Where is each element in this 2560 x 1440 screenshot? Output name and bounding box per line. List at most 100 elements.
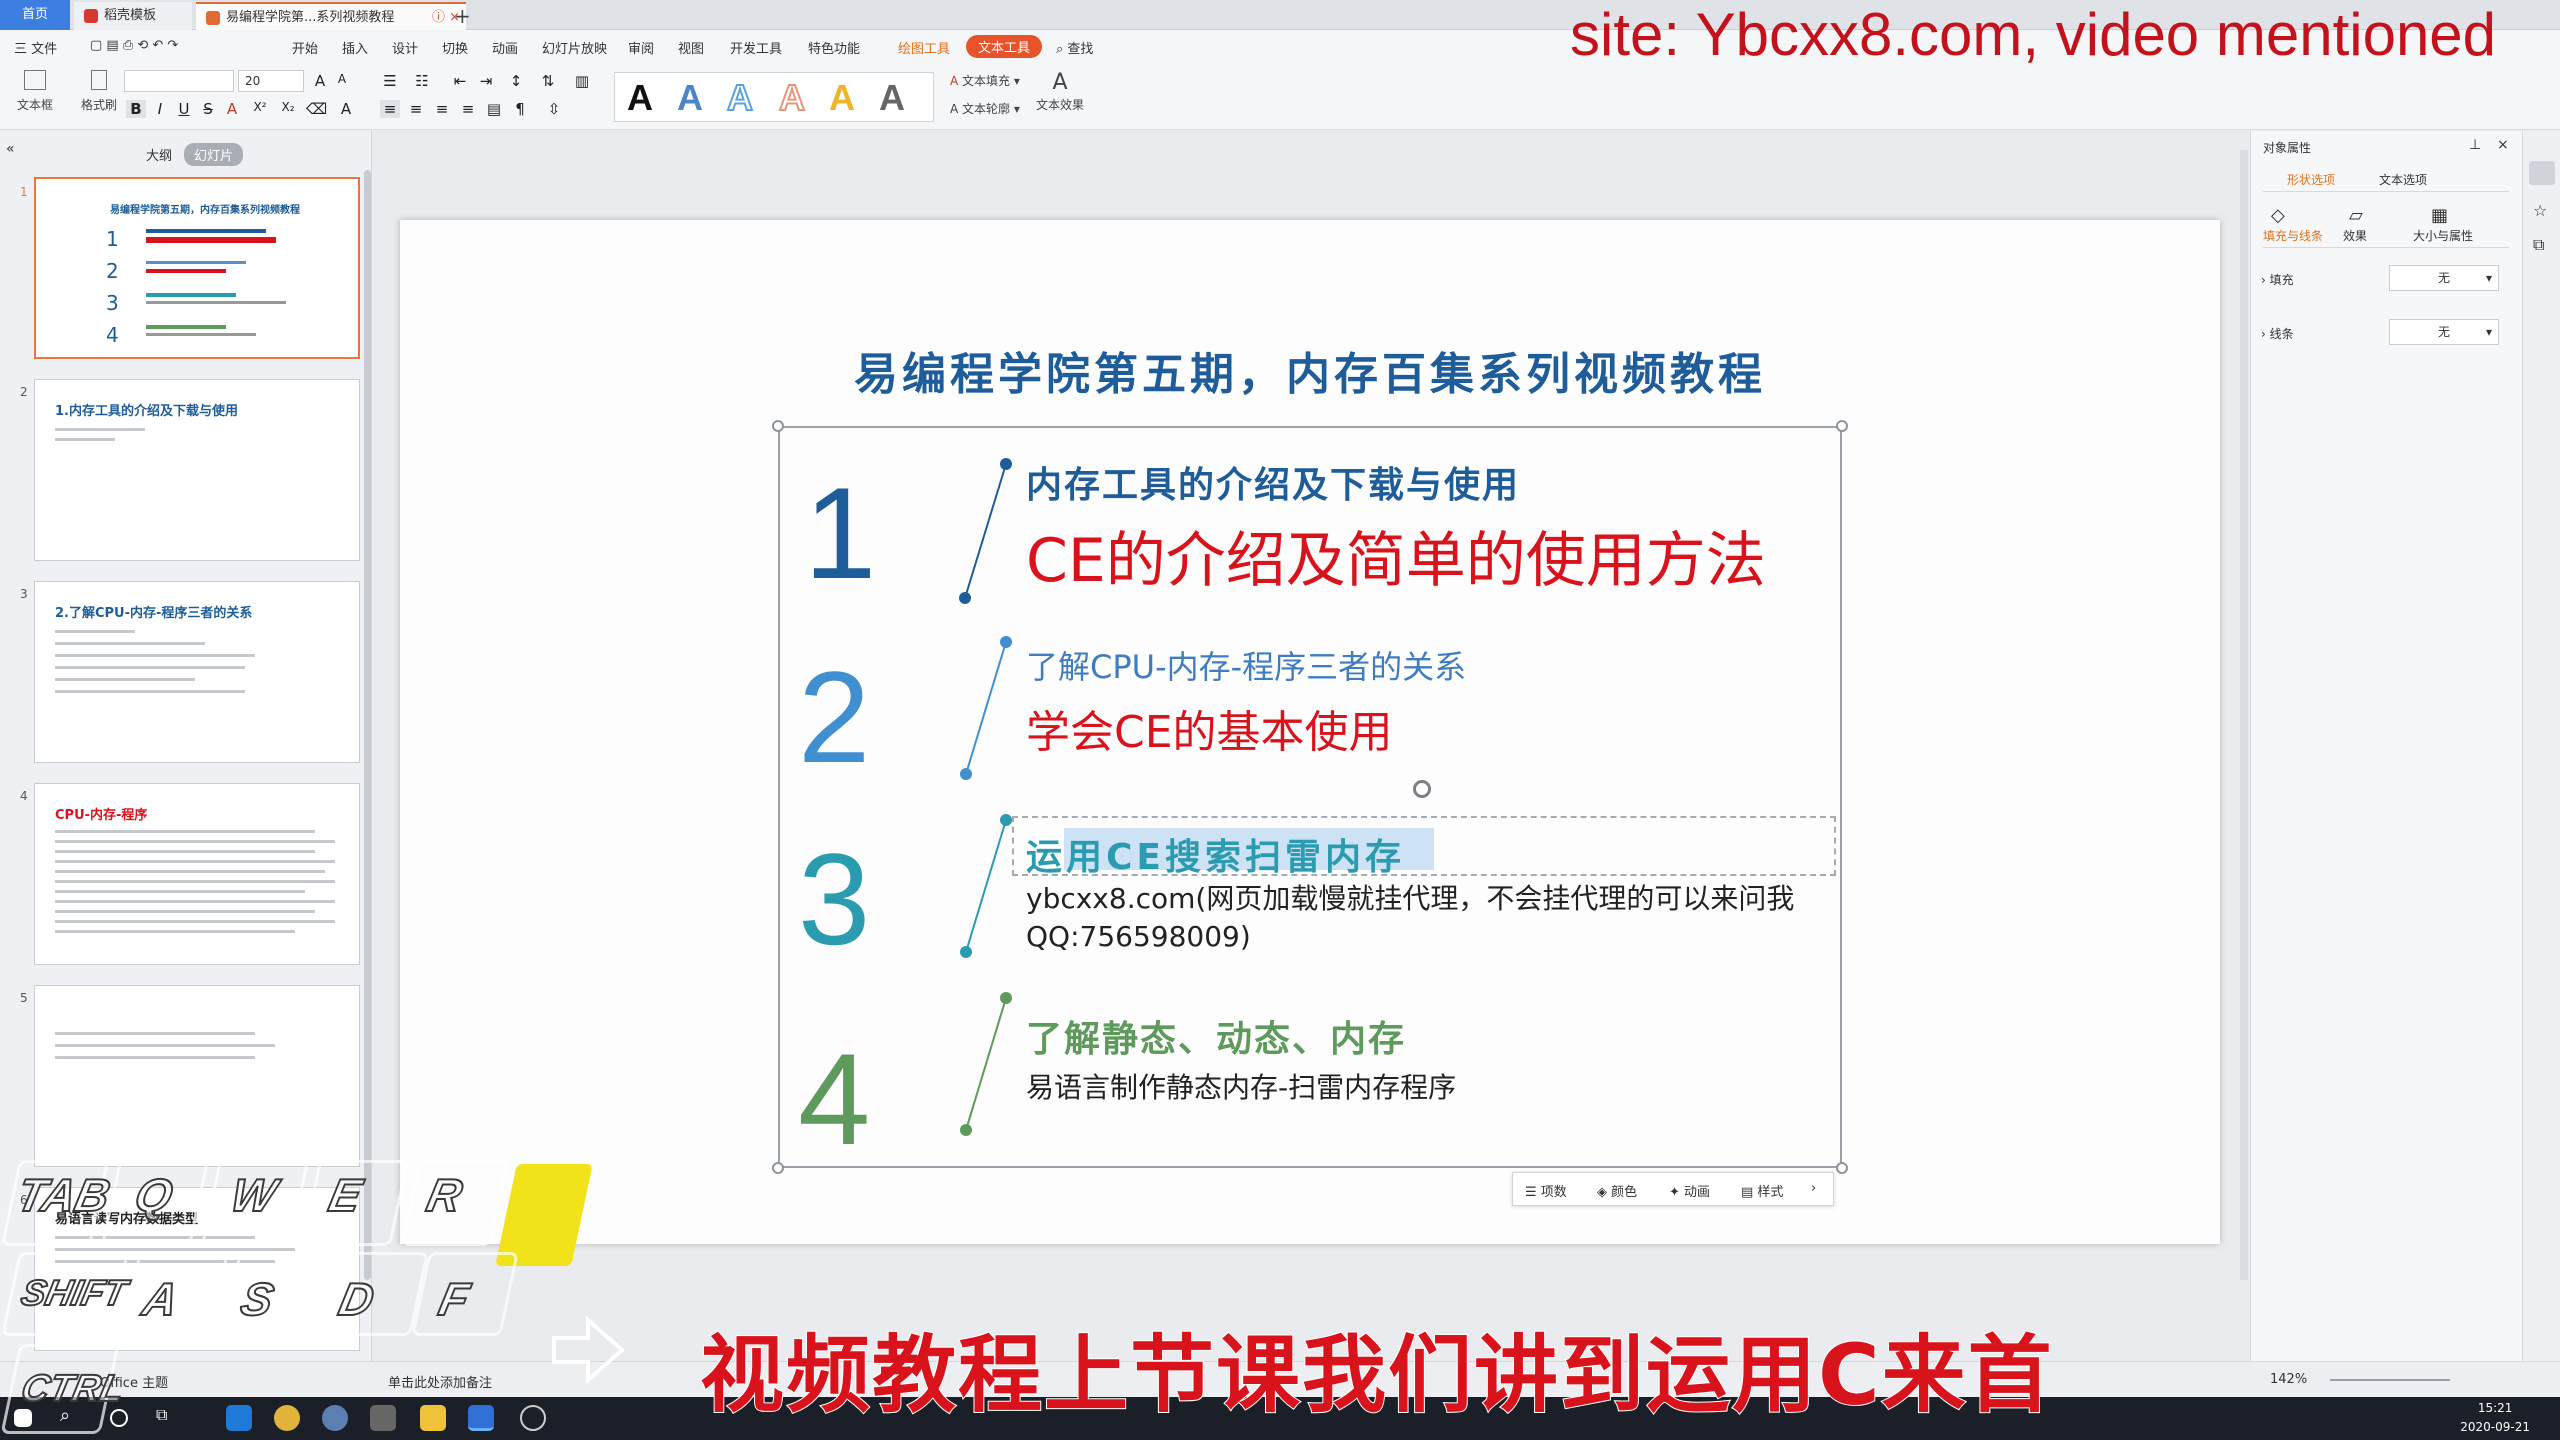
slide-thumbnail-5[interactable] <box>34 985 360 1167</box>
bold-button[interactable]: B <box>126 100 146 118</box>
recorder-icon[interactable] <box>520 1405 546 1431</box>
canvas-scrollbar[interactable] <box>2240 150 2248 1280</box>
rotate-handle-icon[interactable] <box>1413 780 1431 798</box>
item-4-heading[interactable]: 了解静态、动态、内存 <box>1026 1010 1406 1062</box>
fill-section[interactable]: › 填充 <box>2261 271 2294 288</box>
line-section[interactable]: › 线条 <box>2261 325 2294 342</box>
menu-transition[interactable]: 切换 <box>442 38 468 57</box>
wps-icon[interactable] <box>468 1405 494 1431</box>
slide-thumbnail-3[interactable]: 2.了解CPU-内存-程序三者的关系 <box>34 581 360 763</box>
item-2-heading[interactable]: 了解CPU-内存-程序三者的关系 <box>1026 642 1466 688</box>
copy-icon[interactable]: ⧉ <box>2533 235 2544 255</box>
strikethrough-button[interactable]: S <box>198 100 218 118</box>
tab-home[interactable]: 首页 <box>0 0 70 30</box>
menu-animation[interactable]: 动画 <box>492 38 518 57</box>
paragraph-icon[interactable]: ¶ <box>510 100 530 118</box>
item-1-heading[interactable]: 内存工具的介绍及下载与使用 <box>1026 456 1520 508</box>
collapse-panel-icon[interactable]: « <box>6 141 15 157</box>
subscript-button[interactable]: X₂ <box>278 100 298 114</box>
grow-font-icon[interactable]: A <box>310 72 330 90</box>
menu-slideshow[interactable]: 幻灯片放映 <box>542 38 607 57</box>
menu-search[interactable]: ⌕ 查找 <box>1056 38 1093 57</box>
tab-text-options[interactable]: 文本选项 <box>2379 171 2427 188</box>
notes-placeholder[interactable]: 单击此处添加备注 <box>388 1372 492 1391</box>
numbered-list-icon[interactable]: ☷ <box>412 72 432 90</box>
zoom-slider[interactable] <box>2330 1379 2450 1381</box>
menu-home[interactable]: 开始 <box>292 38 318 57</box>
item-2-subtext[interactable]: 学会CE的基本使用 <box>1026 696 1393 760</box>
task-view-icon[interactable]: ⧉ <box>156 1405 182 1431</box>
font-color-button[interactable]: A <box>222 100 242 118</box>
sub-size[interactable]: 大小与属性 <box>2413 227 2473 244</box>
align-left-icon[interactable]: ≡ <box>380 100 400 118</box>
underline-button[interactable]: U <box>174 100 194 118</box>
justify-icon[interactable]: ≡ <box>458 100 478 118</box>
tab-document[interactable]: 易编程学院第...系列视频教程 ⓘ × <box>196 2 466 30</box>
menu-file[interactable]: 三 文件 <box>14 38 57 57</box>
fill-select[interactable]: 无 ▾ <box>2389 265 2499 291</box>
menu-insert[interactable]: 插入 <box>342 38 368 57</box>
line-select[interactable]: 无 ▾ <box>2389 319 2499 345</box>
font-size-select[interactable]: 20 <box>238 70 304 92</box>
align-right-icon[interactable]: ≡ <box>432 100 452 118</box>
app-icon[interactable] <box>370 1405 396 1431</box>
thumbnail-scrollbar[interactable] <box>364 170 371 1280</box>
style-button[interactable]: ▤ 样式 <box>1741 1181 1783 1200</box>
slides-tab[interactable]: 幻灯片 <box>184 143 244 166</box>
sub-effect[interactable]: 效果 <box>2343 227 2367 244</box>
italic-button[interactable]: I <box>150 100 170 118</box>
zoom-level[interactable]: 142% <box>2270 1372 2307 1387</box>
shrink-font-icon[interactable]: A <box>332 72 352 86</box>
slide-thumbnail-2[interactable]: 1.内存工具的介绍及下载与使用 <box>34 379 360 561</box>
star-icon[interactable]: ☆ <box>2533 201 2547 220</box>
text-outline-button[interactable]: A 文本轮廓 ▾ <box>950 100 1020 117</box>
sub-fill-line[interactable]: 填充与线条 <box>2263 227 2323 244</box>
slide-thumbnail-1[interactable]: 易编程学院第五期，内存百集系列视频教程 1234 <box>34 177 360 359</box>
animation-button[interactable]: ✦ 动画 <box>1669 1181 1710 1200</box>
color-button[interactable]: ◈ 颜色 <box>1597 1181 1637 1200</box>
text-style-blue[interactable]: A <box>677 77 703 119</box>
quick-access-icons[interactable]: ▢ ▤ ⎙ ⟲ ↶ ↷ <box>90 38 178 53</box>
menu-review[interactable]: 审阅 <box>628 38 654 57</box>
slide-canvas[interactable]: 易编程学院第五期，内存百集系列视频教程 1 内存工具的介绍及下载与使用 CE的介… <box>400 220 2220 1244</box>
system-clock[interactable]: 15:21 2020-09-21 <box>2460 1399 2530 1437</box>
outline-tab[interactable]: 大纲 <box>136 143 182 166</box>
menu-view[interactable]: 视图 <box>678 38 704 57</box>
text-style-black[interactable]: A <box>627 77 653 119</box>
app-icon[interactable] <box>322 1405 348 1431</box>
text-effect-button[interactable]: A 文本效果 <box>1034 70 1086 113</box>
distribute-icon[interactable]: ▤ <box>484 100 504 118</box>
text-fill-button[interactable]: A 文本填充 ▾ <box>950 72 1020 89</box>
columns-icon[interactable]: ▥ <box>572 72 592 90</box>
close-icon[interactable]: × <box>2497 137 2509 153</box>
slide-thumbnail-4[interactable]: CPU-内存-程序 <box>34 783 360 965</box>
line-spacing-icon[interactable]: ↕ <box>506 72 526 90</box>
item-3-heading[interactable]: 运用CE搜索扫雷内存 <box>1026 828 1405 880</box>
highlight-icon[interactable]: A <box>336 100 356 118</box>
item-4-subtext[interactable]: 易语言制作静态内存-扫雷内存程序 <box>1026 1066 1456 1106</box>
text-direction-icon[interactable]: ⇅ <box>538 72 558 90</box>
item-3-subtext[interactable]: ybcxx8.com(网页加载慢就挂代理，不会挂代理的可以来问我QQ:75659… <box>1026 880 1826 956</box>
superscript-button[interactable]: X² <box>250 100 270 114</box>
edge-icon[interactable] <box>226 1405 252 1431</box>
font-family-select[interactable] <box>124 70 234 92</box>
tab-shape-options[interactable]: 形状选项 <box>2287 171 2335 188</box>
bullet-list-icon[interactable]: ☰ <box>380 72 400 90</box>
menu-design[interactable]: 设计 <box>392 38 418 57</box>
properties-icon[interactable] <box>2529 161 2555 185</box>
text-style-gold[interactable]: A <box>829 77 855 119</box>
effect-icon[interactable]: ▱ <box>2349 205 2363 226</box>
chrome-icon[interactable] <box>274 1405 300 1431</box>
align-center-icon[interactable]: ≡ <box>406 100 426 118</box>
text-style-gray[interactable]: A <box>879 77 905 119</box>
fill-bucket-icon[interactable]: ◇ <box>2271 205 2285 226</box>
textbox-button[interactable]: 文本框 <box>10 70 60 113</box>
menu-developer[interactable]: 开发工具 <box>730 38 782 57</box>
menu-drawing-tools[interactable]: 绘图工具 <box>898 38 950 57</box>
pin-icon[interactable]: ⊥ <box>2469 137 2481 153</box>
vertical-align-icon[interactable]: ⇳ <box>544 100 564 118</box>
items-button[interactable]: ☰ 项数 <box>1525 1181 1567 1200</box>
folder-icon[interactable] <box>420 1405 446 1431</box>
text-style-outline-orange[interactable]: A <box>778 76 806 119</box>
increase-indent-icon[interactable]: ⇥ <box>476 72 496 90</box>
